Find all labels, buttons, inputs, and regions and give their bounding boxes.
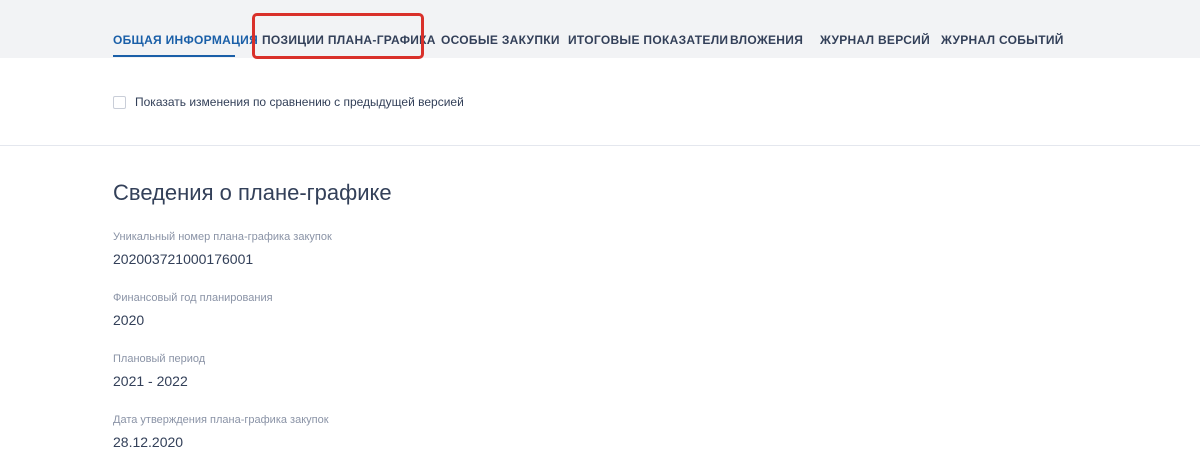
tab-version-log[interactable]: ЖУРНАЛ ВЕРСИЙ: [820, 33, 930, 47]
field-value-plan-number: 202003721000176001: [113, 251, 254, 267]
field-value-planning-period: 2021 - 2022: [113, 373, 188, 389]
field-label-planning-period: Плановый период: [113, 353, 206, 365]
field-value-approval-date: 28.12.2020: [113, 434, 184, 450]
tab-bar: ОБЩАЯ ИНФОРМАЦИЯ ПОЗИЦИИ ПЛАНА-ГРАФИКА О…: [0, 0, 1200, 59]
compare-versions-label: Показать изменения по сравнению с предыд…: [135, 95, 464, 109]
tab-special-purchases[interactable]: ОСОБЫЕ ЗАКУПКИ: [441, 33, 560, 47]
compare-versions-checkbox[interactable]: [113, 95, 126, 109]
field-label-plan-number: Уникальный номер плана-графика закупок: [113, 231, 332, 243]
field-value-financial-year: 2020: [113, 312, 145, 328]
tab-event-log[interactable]: ЖУРНАЛ СОБЫТИЙ: [941, 33, 1064, 47]
field-label-approval-date: Дата утверждения плана-графика закупок: [113, 414, 329, 426]
active-tab-indicator: [113, 55, 235, 57]
tab-totals[interactable]: ИТОГОВЫЕ ПОКАЗАТЕЛИ: [568, 33, 728, 47]
section-title: Сведения о плане-графике: [113, 180, 392, 205]
tab-attachments[interactable]: ВЛОЖЕНИЯ: [730, 33, 803, 47]
section-divider: [0, 145, 1200, 146]
compare-versions-option[interactable]: Показать изменения по сравнению с предыд…: [113, 95, 464, 109]
tab-general-info[interactable]: ОБЩАЯ ИНФОРМАЦИЯ: [113, 33, 258, 47]
tab-highlight-frame: [252, 13, 424, 59]
field-label-financial-year: Финансовый год планирования: [113, 292, 273, 304]
